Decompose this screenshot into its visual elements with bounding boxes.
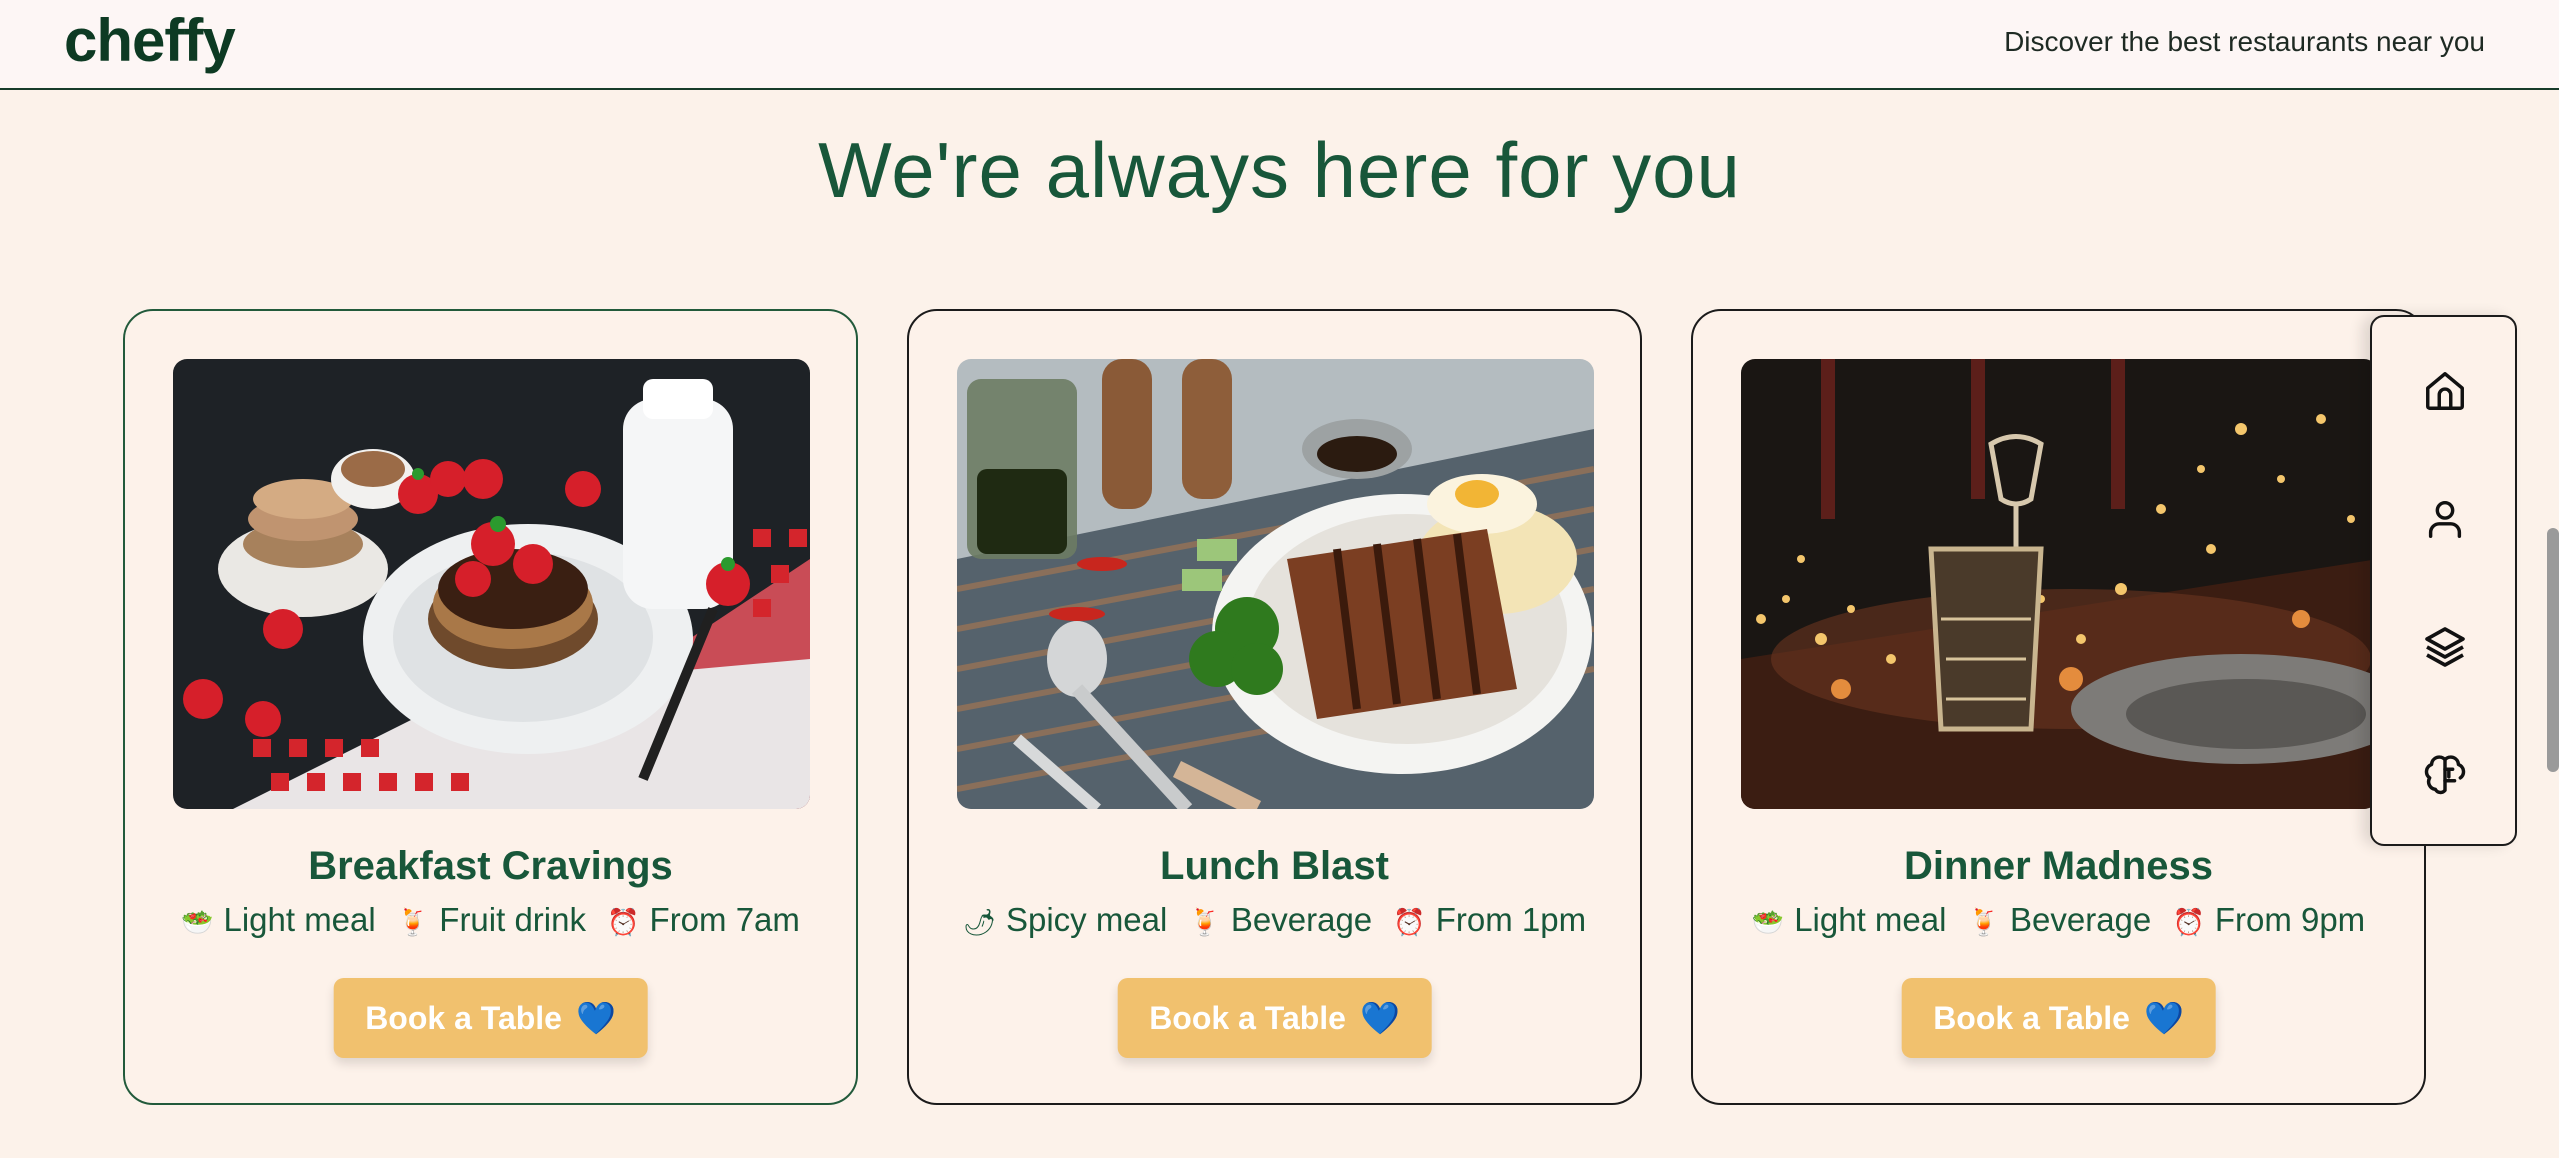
logo[interactable]: cheffy — [64, 6, 236, 75]
tag-light-meal: 🥗 Light meal — [181, 901, 376, 938]
tag-label: Spicy meal — [1005, 901, 1168, 938]
header-tagline: Discover the best restaurants near you — [2004, 26, 2485, 57]
page-title: We're always here for you — [818, 126, 1741, 214]
lunch-photo — [957, 359, 1594, 809]
drink-icon: 🍹 — [1188, 907, 1221, 937]
home-icon — [2426, 372, 2464, 410]
breakfast-photo — [173, 359, 810, 809]
card-tags: 🌶 Spicy meal 🍹 Beverage ⏰ From 1pm — [909, 901, 1640, 939]
nav-home[interactable] — [2409, 355, 2481, 427]
tag-spicy-meal: 🌶 Spicy meal — [963, 901, 1167, 938]
tag-time: ⏰ From 7am — [607, 901, 800, 938]
card-title: Dinner Madness — [1904, 844, 2213, 888]
tag-label: From 9pm — [2214, 901, 2366, 938]
card-breakfast: Breakfast Cravings 🥗 Light meal 🍹 Fruit dr… — [123, 309, 858, 1105]
tag-time: ⏰ From 9pm — [2172, 901, 2365, 938]
drink-icon: 🍹 — [1967, 907, 2000, 937]
blue-heart-icon: 💙 — [2143, 1000, 2184, 1036]
nav-layers[interactable] — [2409, 611, 2481, 683]
chili-icon: 🌶 — [962, 907, 996, 937]
blue-heart-icon: 💙 — [1359, 1000, 1400, 1036]
tag-fruit-drink: 🍹 Fruit drink — [397, 901, 586, 938]
tag-label: From 1pm — [1435, 901, 1587, 938]
card-dinner: Dinner Madness 🥗 Light meal 🍹 Beverage ⏰ Fr… — [1691, 309, 2426, 1105]
card-lunch: Lunch Blast 🌶 Spicy meal 🍹 Beverage ⏰ From … — [907, 309, 1642, 1105]
card-title: Breakfast Cravings — [308, 844, 673, 888]
side-nav — [2370, 315, 2517, 846]
scrollbar-thumb[interactable] — [2547, 528, 2559, 772]
drink-icon: 🍹 — [396, 907, 430, 937]
tag-label: Light meal — [223, 901, 376, 938]
alarm-clock-icon: ⏰ — [607, 907, 640, 937]
brain-icon — [2424, 755, 2466, 795]
tag-label: Fruit drink — [439, 901, 586, 938]
top-header: cheffy Discover the best restaurants nea… — [0, 0, 2559, 90]
layers-icon — [2425, 627, 2465, 667]
button-label: Book a Table — [1149, 999, 1346, 1036]
dinner-photo — [1741, 359, 2378, 809]
card-tags: 🥗 Light meal 🍹 Beverage ⏰ From 9pm — [1693, 901, 2424, 939]
user-icon — [2428, 500, 2462, 538]
nav-brain[interactable] — [2409, 739, 2481, 811]
tag-label: Beverage — [2010, 901, 2152, 938]
salad-icon: 🥗 — [1751, 907, 1785, 937]
tag-beverage: 🍹 Beverage — [1968, 901, 2152, 938]
button-label: Book a Table — [365, 999, 562, 1036]
tag-label: Light meal — [1794, 901, 1947, 938]
book-table-button[interactable]: Book a Table 💙 — [333, 978, 648, 1058]
tag-time: ⏰ From 1pm — [1393, 901, 1586, 938]
book-table-button[interactable]: Book a Table 💙 — [1901, 978, 2216, 1058]
nav-profile[interactable] — [2409, 483, 2481, 555]
tag-light-meal: 🥗 Light meal — [1752, 901, 1947, 938]
alarm-clock-icon: ⏰ — [1393, 907, 1426, 937]
tag-label: Beverage — [1230, 901, 1373, 938]
tag-beverage: 🍹 Beverage — [1189, 901, 1373, 938]
card-tags: 🥗 Light meal 🍹 Fruit drink ⏰ From 7am — [125, 901, 856, 939]
card-title: Lunch Blast — [1160, 844, 1389, 888]
salad-icon: 🥗 — [181, 907, 214, 937]
button-label: Book a Table — [1933, 999, 2130, 1036]
book-table-button[interactable]: Book a Table 💙 — [1117, 978, 1432, 1058]
alarm-clock-icon: ⏰ — [2172, 907, 2205, 937]
blue-heart-icon: 💙 — [575, 1000, 616, 1036]
tag-label: From 7am — [649, 901, 800, 938]
